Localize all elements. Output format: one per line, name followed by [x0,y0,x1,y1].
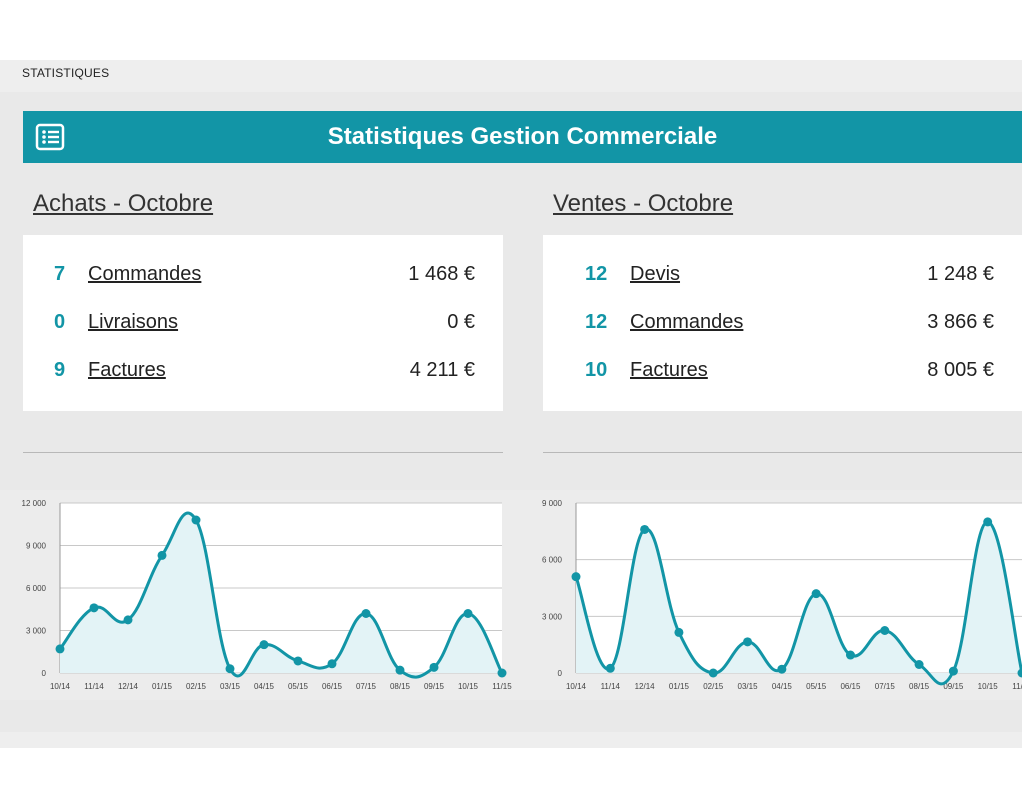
data-point [361,609,371,618]
stat-count: 9 [54,359,66,381]
data-point [191,515,201,525]
stat-link-commandes[interactable]: Commandes [88,263,201,286]
x-tick-label: 11/14 [84,682,104,691]
x-tick-label: 04/15 [254,682,275,691]
stat-count: 7 [54,263,66,285]
data-point [640,524,650,534]
x-tick-label: 11/15 [492,682,512,691]
stat-count: 0 [54,311,66,333]
x-tick-label: 06/15 [322,682,343,691]
stat-amount: 1 248 € [927,263,994,285]
ventes-card: 12 Devis 1 248 € 12 Commandes 3 866 € 10… [543,235,1022,411]
x-tick-label: 10/14 [50,682,71,691]
y-tick-label: 9 000 [542,499,563,508]
data-point [811,589,821,599]
stats-header: Statistiques Gestion Commerciale [23,111,1022,163]
data-point [948,666,958,676]
data-point [395,665,405,675]
ventes-row-factures: 10 Factures 8 005 € [543,359,1022,389]
y-tick-label: 0 [42,669,47,678]
achats-row-factures: 9 Factures 4 211 € [23,359,503,389]
stat-amount: 0 € [447,311,475,333]
data-point [983,517,993,527]
stat-amount: 3 866 € [927,311,994,333]
x-tick-label: 01/15 [152,682,173,691]
y-tick-label: 12 000 [22,499,47,508]
stat-link-factures[interactable]: Factures [630,359,708,382]
stat-link-factures[interactable]: Factures [88,359,166,382]
x-tick-label: 12/14 [635,682,656,691]
stat-amount: 1 468 € [408,263,475,285]
x-tick-label: 07/15 [356,682,377,691]
data-point [225,664,235,674]
x-tick-label: 11/15 [1012,682,1022,691]
header-title: Statistiques Gestion Commerciale [327,123,718,150]
data-point [497,668,507,678]
x-tick-label: 02/15 [703,682,724,691]
stat-amount: 8 005 € [927,359,994,381]
stat-count: 12 [585,311,608,333]
x-tick-label: 09/15 [424,682,445,691]
ventes-chart: 9 000 6 000 3 000 010/14 11/14 12/14 01/15 02/1… [512,490,1022,700]
x-tick-label: 03/15 [220,682,241,691]
stat-count: 12 [585,263,608,285]
data-point [914,660,924,669]
x-tick-label: 11/14 [601,682,621,691]
data-point [157,550,167,560]
page-title: STATISTIQUES [22,66,110,80]
data-point [123,615,133,625]
ventes-row-commandes: 12 Commandes 3 866 € [543,311,1022,341]
data-point [708,668,718,678]
x-tick-label: 04/15 [772,682,793,691]
y-tick-label: 3 000 [26,627,47,636]
x-tick-label: 10/15 [458,682,479,691]
data-point [327,659,337,669]
ventes-title[interactable]: Ventes - Octobre [553,190,733,218]
y-tick-label: 9 000 [26,542,47,551]
x-tick-label: 01/15 [669,682,690,691]
data-point [845,650,855,660]
data-point [571,572,581,582]
y-tick-label: 6 000 [542,556,563,565]
x-tick-label: 05/15 [806,682,827,691]
stat-link-livraisons[interactable]: Livraisons [88,311,178,334]
data-point [429,662,439,672]
data-point [674,627,684,637]
x-tick-label: 08/15 [909,682,930,691]
x-tick-label: 05/15 [288,682,309,691]
stat-link-devis[interactable]: Devis [630,263,680,286]
y-tick-label: 6 000 [26,584,47,593]
data-point [293,656,303,666]
data-point [605,663,615,673]
y-tick-label: 0 [558,669,563,678]
x-tick-label: 06/15 [840,682,861,691]
achats-card: 7 Commandes 1 468 € 0 Livraisons 0 € 9 F… [23,235,503,411]
x-tick-label: 07/15 [875,682,896,691]
ventes-row-devis: 12 Devis 1 248 € [543,263,1022,293]
x-tick-label: 10/15 [978,682,999,691]
x-tick-label: 12/14 [118,682,139,691]
data-point [880,626,890,635]
stat-link-commandes[interactable]: Commandes [630,311,743,334]
data-point [777,664,787,674]
achats-title[interactable]: Achats - Octobre [33,190,213,218]
divider [543,452,1022,453]
achats-chart: 12 000 9 000 6 000 3 000 010/14 11/14 12/14 01/… [0,490,512,700]
achats-row-commandes: 7 Commandes 1 468 € [23,263,503,293]
data-point [259,640,269,650]
y-tick-label: 3 000 [542,612,563,621]
stat-amount: 4 211 € [409,359,475,381]
achats-row-livraisons: 0 Livraisons 0 € [23,311,503,341]
data-point [89,603,99,613]
data-point [55,644,65,654]
data-point [743,637,753,647]
stat-count: 10 [585,359,608,381]
x-tick-label: 02/15 [186,682,207,691]
x-tick-label: 08/15 [390,682,411,691]
divider [23,452,503,453]
data-point [463,609,473,618]
list-icon [35,123,65,151]
x-tick-label: 10/14 [566,682,587,691]
x-tick-label: 03/15 [738,682,759,691]
